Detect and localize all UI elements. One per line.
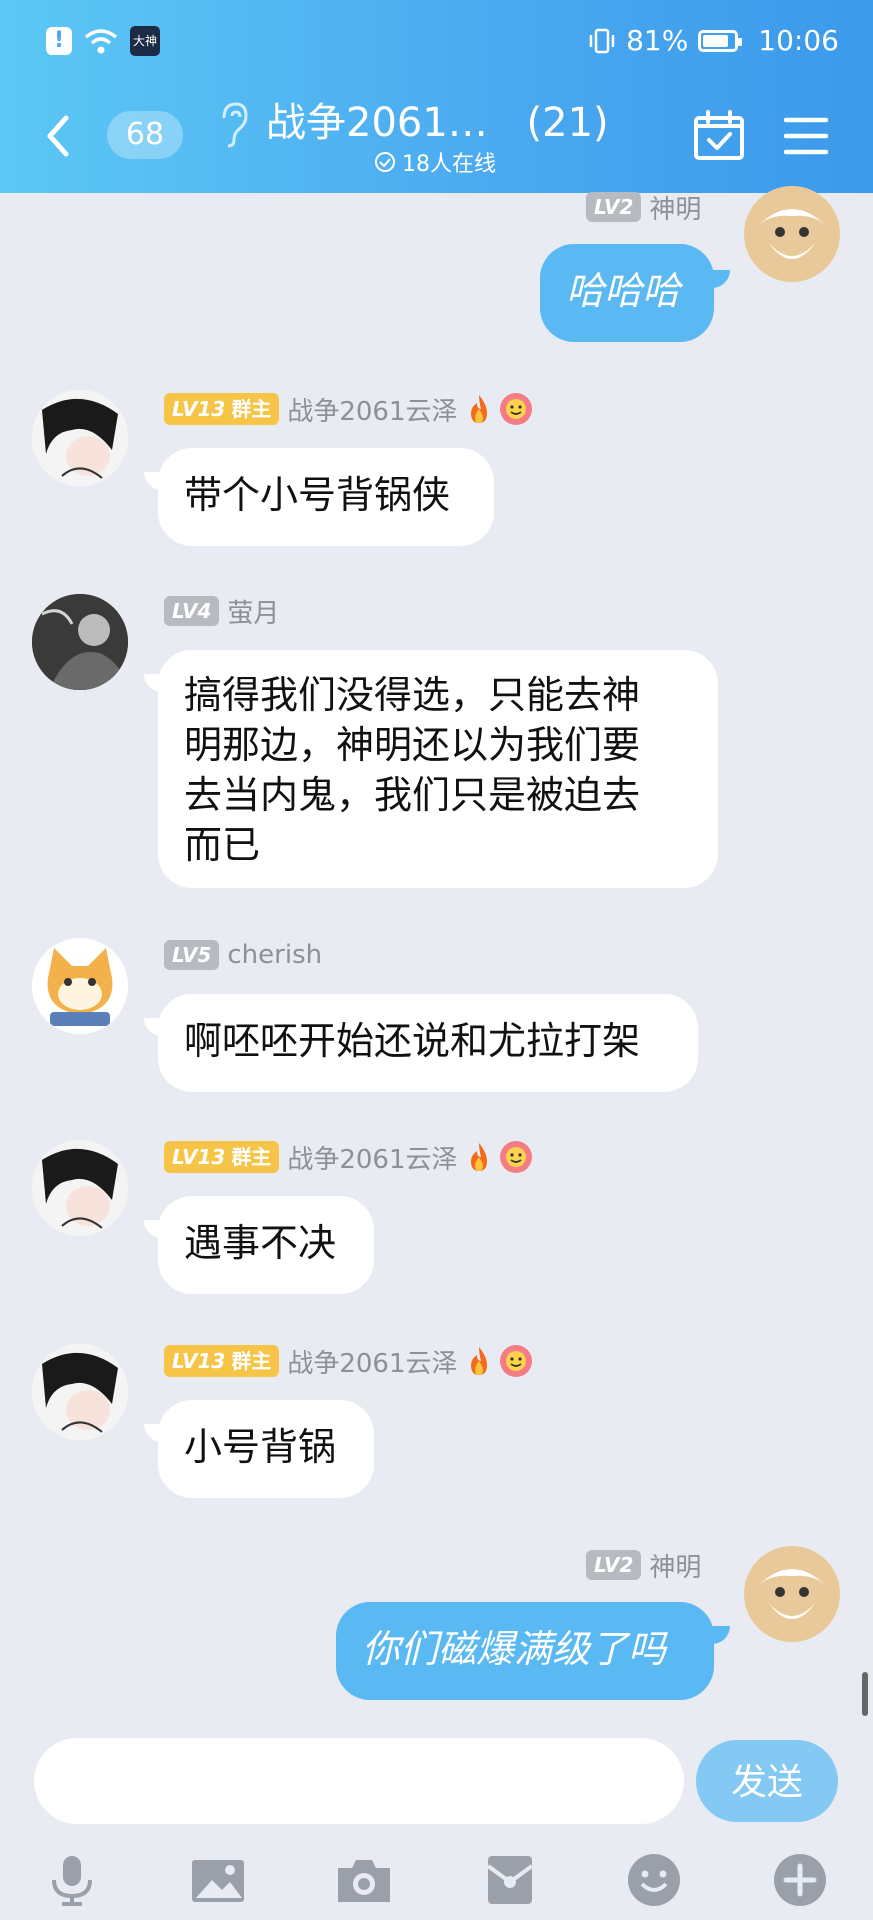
notification-alert-icon: ! bbox=[46, 27, 72, 55]
clock: 10:06 bbox=[758, 24, 839, 57]
sender-name[interactable]: 战争2061云泽 bbox=[287, 1343, 457, 1380]
menu-icon[interactable] bbox=[784, 114, 828, 158]
bubble-tail bbox=[144, 1424, 162, 1442]
chat-title[interactable]: 战争2061… (21) bbox=[266, 90, 609, 148]
unread-count-badge[interactable]: 68 bbox=[107, 111, 183, 159]
avatar[interactable] bbox=[32, 1140, 128, 1236]
member-count: (21) bbox=[526, 100, 609, 146]
camera-icon[interactable] bbox=[336, 1852, 392, 1908]
avatar-anime-icon bbox=[32, 390, 128, 486]
bubble-tail bbox=[144, 1018, 162, 1036]
online-text: 18人在线 bbox=[402, 152, 496, 177]
avatar[interactable] bbox=[32, 390, 128, 486]
avatar[interactable] bbox=[744, 186, 840, 282]
status-bar: ! 大神 81% 10:06 bbox=[0, 0, 873, 86]
image-icon[interactable] bbox=[190, 1852, 246, 1908]
message-bubble[interactable]: 搞得我们没得选，只能去神 明那边，神明还以为我们要 去当内鬼，我们只是被迫去 而… bbox=[158, 650, 718, 888]
emoji-icon[interactable] bbox=[626, 1852, 682, 1908]
level-badge: LV13 bbox=[172, 1349, 226, 1373]
role-badge: 群主 bbox=[231, 1145, 272, 1169]
flower-face-icon bbox=[500, 1345, 533, 1377]
sender-row: LV13 群主 战争2061云泽 bbox=[164, 1343, 533, 1380]
message-bubble[interactable]: 哈哈哈 bbox=[540, 244, 714, 342]
avatar-anime-icon bbox=[32, 1140, 128, 1236]
avatar-cartoon-icon bbox=[744, 1546, 840, 1642]
sender-row: LV13 群主 战争2061云泽 bbox=[164, 391, 533, 428]
avatar-dark-photo-icon bbox=[32, 594, 128, 690]
group-name: 战争2061… bbox=[266, 100, 488, 146]
message-line: 而已 bbox=[184, 823, 261, 867]
avatar[interactable] bbox=[32, 1344, 128, 1440]
avatar[interactable] bbox=[744, 1546, 840, 1642]
message-bubble[interactable]: 遇事不决 bbox=[158, 1196, 374, 1294]
level-badge: LV2 bbox=[586, 192, 642, 222]
microphone-icon[interactable] bbox=[44, 1852, 100, 1908]
vibrate-icon bbox=[589, 28, 615, 53]
avatar-shiba-icon bbox=[32, 938, 128, 1034]
fire-icon bbox=[471, 1143, 488, 1171]
sender-row: LV2 神明 bbox=[586, 1547, 701, 1584]
level-badge: LV4 bbox=[164, 596, 220, 626]
composer-bar: 发送 bbox=[0, 1716, 873, 1920]
back-arrow-icon[interactable] bbox=[40, 108, 80, 164]
fire-icon bbox=[471, 1347, 488, 1375]
avatar[interactable] bbox=[32, 594, 128, 690]
level-badge: LV2 bbox=[586, 1550, 642, 1580]
role-badge: 群主 bbox=[231, 1349, 272, 1373]
sender-name[interactable]: 神明 bbox=[649, 189, 701, 226]
bubble-tail bbox=[712, 270, 730, 288]
level-badge: LV13 bbox=[172, 1145, 226, 1169]
chat-header: ! 大神 81% 10:06 68 战争2061… (21) 18人在线 bbox=[0, 0, 873, 193]
bubble-tail bbox=[144, 674, 162, 692]
flower-face-icon bbox=[500, 1141, 533, 1173]
role-badge: 群主 bbox=[231, 397, 272, 421]
message-line: 明那边，神明还以为我们要 bbox=[184, 723, 641, 767]
message-bubble[interactable]: 啊呸呸开始还说和尤拉打架 bbox=[158, 994, 698, 1092]
sender-name[interactable]: 战争2061云泽 bbox=[287, 391, 457, 428]
sender-name[interactable]: 战争2061云泽 bbox=[287, 1139, 457, 1176]
bubble-tail bbox=[144, 1220, 162, 1238]
sender-row: LV13 群主 战争2061云泽 bbox=[164, 1139, 533, 1176]
level-badge: LV5 bbox=[164, 940, 220, 970]
message-input[interactable] bbox=[34, 1738, 684, 1824]
calendar-check-icon[interactable] bbox=[692, 108, 746, 162]
sender-name[interactable]: cherish bbox=[227, 940, 322, 970]
sender-row: LV5 cherish bbox=[164, 938, 322, 972]
sender-name[interactable]: 神明 bbox=[649, 1547, 701, 1584]
flower-face-icon bbox=[500, 393, 533, 425]
message-bubble[interactable]: 小号背锅 bbox=[158, 1400, 374, 1498]
wifi-icon bbox=[84, 29, 118, 54]
online-check-icon bbox=[375, 152, 395, 172]
send-button[interactable]: 发送 bbox=[696, 1740, 838, 1822]
bubble-tail bbox=[144, 472, 162, 490]
sender-row: LV2 神明 bbox=[586, 189, 701, 226]
fire-icon bbox=[471, 395, 488, 423]
message-bubble[interactable]: 你们磁爆满级了吗 bbox=[336, 1602, 714, 1700]
ear-icon[interactable] bbox=[216, 100, 250, 150]
owner-badge: LV13 群主 bbox=[164, 1345, 280, 1377]
scrollbar-thumb[interactable] bbox=[862, 1672, 868, 1716]
avatar-anime-icon bbox=[32, 1344, 128, 1440]
owner-badge: LV13 群主 bbox=[164, 1141, 280, 1173]
app-notification-icon: 大神 bbox=[130, 26, 160, 56]
sender-name[interactable]: 萤月 bbox=[227, 593, 279, 630]
message-line: 去当内鬼，我们只是被迫去 bbox=[184, 773, 641, 817]
owner-badge: LV13 群主 bbox=[164, 393, 280, 425]
plus-icon[interactable] bbox=[772, 1852, 828, 1908]
red-packet-icon[interactable] bbox=[482, 1852, 538, 1908]
avatar-cartoon-icon bbox=[744, 186, 840, 282]
battery-percent: 81% bbox=[626, 24, 689, 57]
level-badge: LV13 bbox=[172, 397, 226, 421]
sender-row: LV4 萤月 bbox=[164, 593, 279, 630]
composer-toolbar bbox=[0, 1846, 873, 1916]
online-status: 18人在线 bbox=[374, 146, 496, 178]
bubble-tail bbox=[712, 1626, 730, 1644]
message-bubble[interactable]: 带个小号背锅侠 bbox=[158, 448, 494, 546]
message-line: 搞得我们没得选，只能去神 bbox=[184, 673, 641, 717]
battery-icon bbox=[698, 29, 743, 52]
nav-bar: 68 战争2061… (21) 18人在线 bbox=[0, 86, 873, 193]
avatar[interactable] bbox=[32, 938, 128, 1034]
